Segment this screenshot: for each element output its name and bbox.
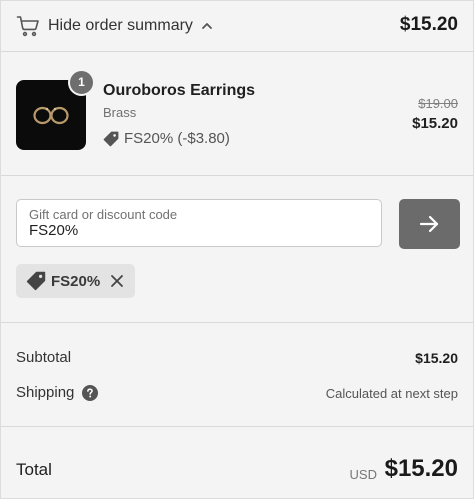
total-label: Total — [16, 460, 52, 479]
shipping-label: Shipping — [16, 384, 75, 401]
applied-discount-code: FS20% — [51, 272, 101, 290]
order-summary-toggle[interactable]: Hide order summary — [16, 14, 213, 38]
order-summary: Hide order summary $15.20 1 Ouroboros Ea… — [0, 0, 474, 499]
order-summary-header: Hide order summary $15.20 — [1, 1, 473, 52]
tag-icon — [103, 131, 119, 146]
applied-discount-chip: FS20% — [16, 264, 136, 298]
discount-code-section: Gift card or discount code FS20% — [1, 175, 473, 323]
discount-code-label: Gift card or discount code — [29, 207, 178, 222]
cost-breakdown: Subtotal $15.20 Shipping Calculated at n… — [1, 322, 473, 427]
close-icon[interactable] — [110, 274, 124, 288]
subtotal-value: $15.20 — [415, 350, 458, 366]
discount-code-field[interactable]: Gift card or discount code — [16, 199, 382, 247]
discounted-price: $15.20 — [412, 115, 458, 132]
cart-icon — [16, 16, 39, 37]
line-item: 1 Ouroboros Earrings Brass FS20% (-$3.80… — [1, 51, 473, 176]
product-discount: FS20% (-$3.80) — [103, 130, 230, 147]
tag-icon — [26, 271, 46, 291]
header-total-price: $15.20 — [399, 14, 458, 35]
total-amount: $15.20 — [384, 455, 458, 482]
total-row: Total USD $15.20 — [1, 427, 473, 498]
shipping-label-group: Shipping — [16, 384, 99, 401]
product-name: Ouroboros Earrings — [103, 82, 256, 99]
chevron-up-icon — [202, 23, 212, 29]
apply-discount-button[interactable] — [399, 199, 460, 249]
discount-code-input[interactable] — [29, 222, 369, 239]
total-currency: USD — [349, 467, 377, 482]
toggle-label: Hide order summary — [48, 17, 193, 34]
quantity-badge: 1 — [68, 69, 95, 96]
product-discount-text: FS20% (-$3.80) — [124, 130, 230, 147]
help-icon[interactable] — [82, 384, 99, 401]
subtotal-label: Subtotal — [16, 349, 72, 366]
shipping-value: Calculated at next step — [325, 386, 458, 401]
arrow-right-icon — [419, 215, 439, 233]
original-price: $19.00 — [418, 96, 458, 111]
product-variant: Brass — [103, 105, 137, 120]
